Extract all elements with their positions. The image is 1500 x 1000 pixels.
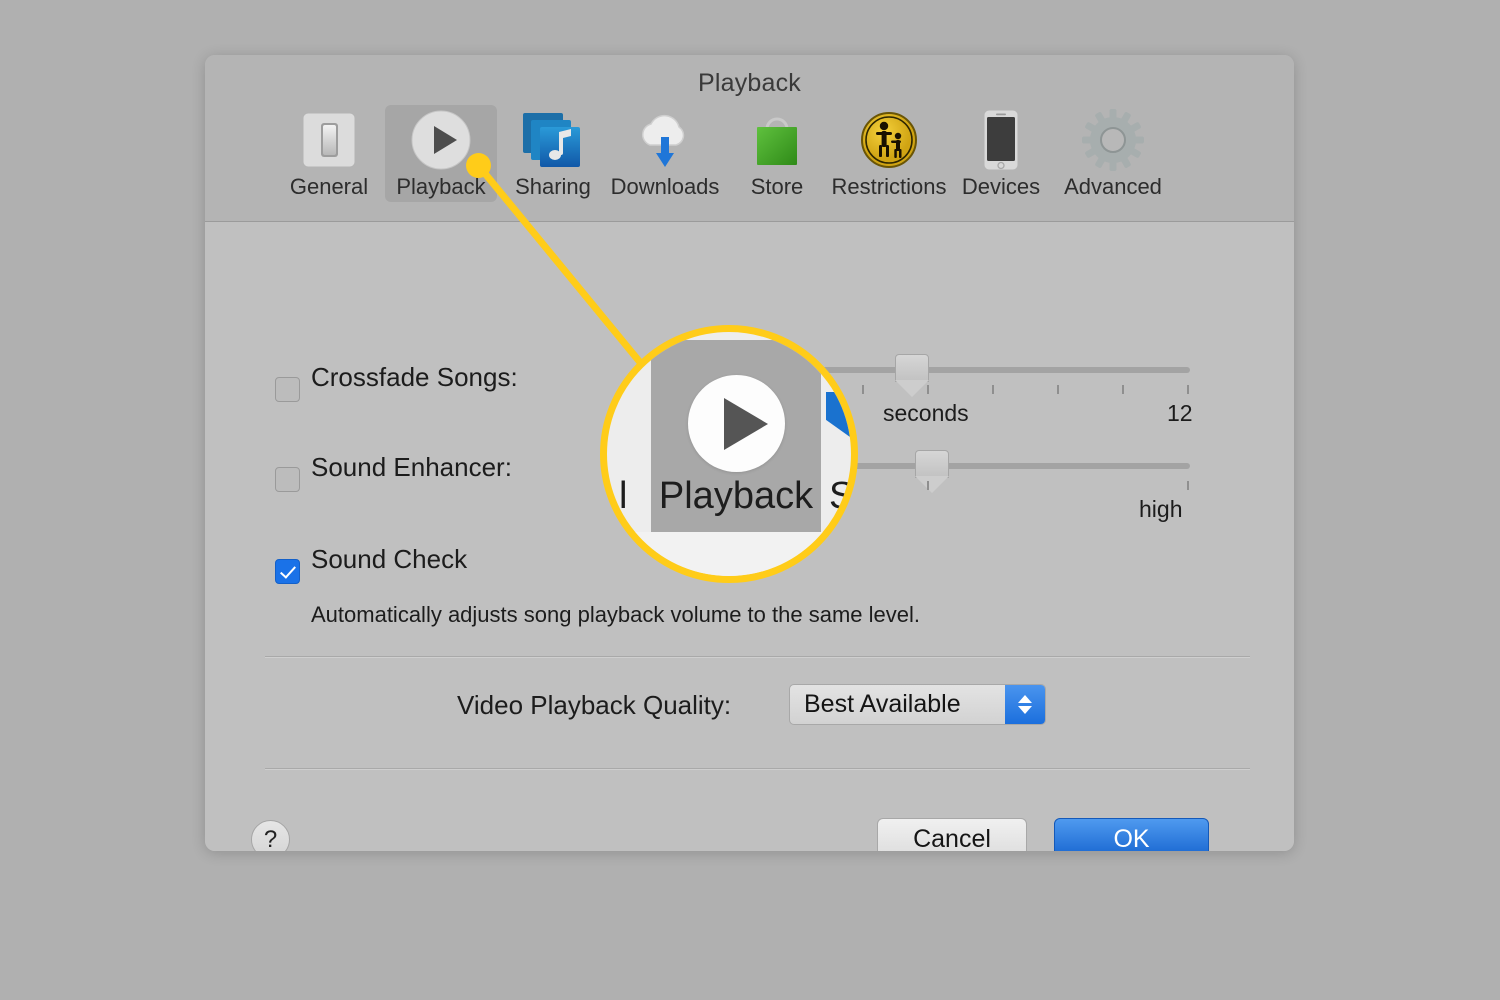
cloud-download-icon <box>634 109 696 171</box>
crossfade-songs-label: Crossfade Songs: <box>311 362 518 392</box>
video-quality-label: Video Playback Quality: <box>457 690 732 720</box>
magnified-right-partial-label: S <box>829 475 855 517</box>
light-switch-icon <box>298 109 360 171</box>
ok-button[interactable]: OK <box>1054 818 1209 851</box>
divider-top <box>265 656 1250 658</box>
video-quality-value: Best Available <box>804 690 961 718</box>
crossfade-tick <box>1122 385 1124 394</box>
tab-downloads[interactable]: Downloads <box>609 105 721 202</box>
magnified-play-triangle-icon <box>724 398 768 450</box>
crossfade-tick <box>992 385 994 394</box>
crossfade-songs-checkbox[interactable] <box>275 377 300 402</box>
music-cards-icon <box>522 109 584 171</box>
crossfade-max-label: 12 <box>1167 400 1193 426</box>
tab-devices[interactable]: Devices <box>945 105 1057 202</box>
chevron-updown-icon <box>1005 685 1045 724</box>
crossfade-tick <box>1187 385 1189 394</box>
tab-label: Restrictions <box>831 174 947 199</box>
crossfade-tick <box>1057 385 1059 394</box>
crossfade-tick <box>862 385 864 394</box>
tab-label: Downloads <box>610 174 720 199</box>
enhancer-tick <box>927 481 929 490</box>
sound-check-checkbox[interactable] <box>275 559 300 584</box>
enhancer-slider-thumb[interactable] <box>915 450 949 493</box>
enhancer-tick <box>1187 481 1189 490</box>
divider-bottom <box>265 768 1250 770</box>
help-button-label: ? <box>263 825 278 852</box>
sound-enhancer-label: Sound Enhancer: <box>311 452 512 482</box>
page-title: Playback <box>697 69 802 97</box>
ok-button-label: OK <box>1113 825 1150 851</box>
crossfade-slider-thumb[interactable] <box>895 354 929 397</box>
parental-controls-icon <box>858 109 920 171</box>
crossfade-unit-label: seconds <box>883 400 969 426</box>
tab-restrictions[interactable]: Restrictions <box>831 105 947 202</box>
tab-label: Advanced <box>1064 174 1162 199</box>
help-button[interactable]: ? <box>251 820 290 851</box>
video-quality-select[interactable]: Best Available <box>789 684 1046 725</box>
sound-check-label: Sound Check <box>311 544 468 574</box>
preferences-toolbar: Playback General Playback Sharing Downlo… <box>205 55 1294 222</box>
magnified-sharing-icon-edge <box>826 392 850 437</box>
cancel-button-label: Cancel <box>913 825 991 851</box>
tab-sharing[interactable]: Sharing <box>497 105 609 202</box>
tab-store[interactable]: Store <box>721 105 833 202</box>
tab-label: Playback <box>396 174 486 199</box>
toolbar-tab-list: General Playback Sharing Downloads Store… <box>273 105 1169 202</box>
play-icon <box>410 109 472 171</box>
magnifier-bottom-band <box>607 532 851 576</box>
tab-label: Sharing <box>515 174 591 199</box>
magnified-tab-label: Playback <box>658 475 814 517</box>
crossfade-tick <box>927 385 929 394</box>
tab-label: Devices <box>961 174 1041 199</box>
tab-label: General <box>289 174 369 199</box>
sound-check-description: Automatically adjusts song playback volu… <box>311 602 920 627</box>
enhancer-max-label: high <box>1139 496 1183 522</box>
shopping-bag-icon <box>746 109 808 171</box>
callout-origin-dot <box>466 153 491 178</box>
magnifier-callout: l Playback S <box>600 325 858 583</box>
cancel-button[interactable]: Cancel <box>877 818 1027 851</box>
tab-advanced[interactable]: Advanced <box>1057 105 1169 202</box>
tab-general[interactable]: General <box>273 105 385 202</box>
magnifier-content: l Playback S <box>607 332 851 576</box>
gear-icon <box>1082 109 1144 171</box>
sound-enhancer-checkbox[interactable] <box>275 467 300 492</box>
iphone-icon <box>970 109 1032 171</box>
tab-label: Store <box>750 174 804 199</box>
